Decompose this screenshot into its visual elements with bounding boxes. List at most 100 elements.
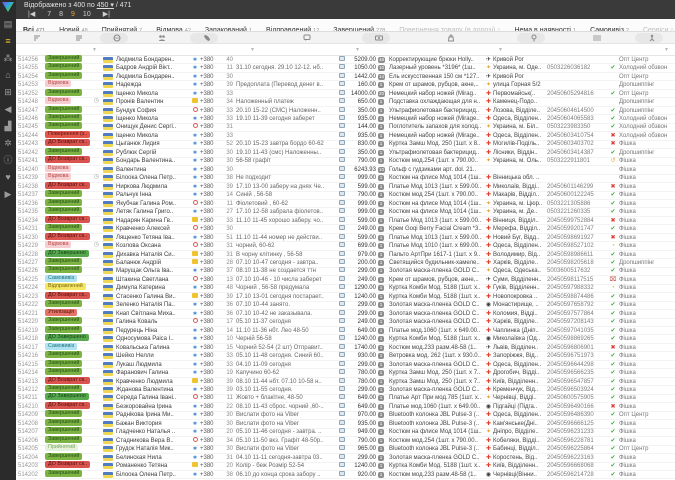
first-page-button[interactable]: |◀ [24, 10, 39, 18]
tab-повернення-товару-в-дорозі-[interactable]: Повернення товару (в дорозі)0 [392, 25, 507, 32]
phone-number[interactable]: +380 [200, 310, 222, 318]
phone-number[interactable]: +380 [200, 64, 222, 72]
phone-number[interactable]: +380 [200, 318, 222, 326]
order-row[interactable]: 514242ЗавершенийРублюк Сергій✱+3803019.1… [16, 149, 675, 157]
tracking-number[interactable]: 20450596566235 [547, 369, 607, 377]
order-row[interactable]: 514212ЗавершенийЖданова Валентина✱+38039… [16, 386, 675, 394]
status-filter-caret[interactable]: ▼ [92, 47, 97, 53]
order-row[interactable]: 514220ЗавершенийГалина Коваль+3801705.10… [16, 319, 675, 327]
phone-number[interactable]: +380 [200, 259, 222, 267]
status-badge[interactable]: Завершений [45, 148, 82, 155]
contacts-icon[interactable]: ⁂ [0, 50, 16, 67]
phone-number[interactable]: +380 [200, 208, 222, 216]
phone-number[interactable]: +380 [200, 90, 222, 98]
order-row[interactable]: 514206ЗавершенийСтадникова Вера В..+3803… [16, 437, 675, 445]
status-badge[interactable]: ДО Возврат ск.. [45, 377, 90, 384]
phone-number[interactable]: +380 [200, 140, 222, 148]
status-badge[interactable]: Завершений [45, 207, 82, 214]
tracking-number[interactable]: 20450596547857 [547, 378, 607, 386]
phone-number[interactable]: +380 [200, 149, 222, 157]
app-logo-icon[interactable] [2, 2, 14, 12]
phone-number[interactable]: +380 [200, 183, 222, 191]
tracking-number[interactable]: 20450597988332 [547, 284, 607, 292]
tracking-number[interactable]: 20450598869265 [547, 335, 607, 343]
order-row[interactable]: 514228ДО ЗавершеноДихавка Наталія Си..+3… [16, 251, 675, 259]
tab-прийнятий[interactable]: Прийнятий7 [95, 25, 150, 32]
order-row[interactable]: 514216ЗавершенийШейко Нелли✱+3803305.10 … [16, 352, 675, 360]
phone-number[interactable]: +380 [200, 293, 222, 301]
phone-number[interactable]: +380 [200, 284, 222, 292]
status-badge[interactable]: Завершений [45, 258, 82, 265]
id-card-icon[interactable]: ▤ [0, 16, 16, 33]
status-badge[interactable]: ДО Возврат ск.. [45, 461, 90, 468]
order-row[interactable]: 514239Відмова◷Білоока Олена Петр..✱+3803… [16, 175, 675, 183]
status-badge[interactable]: Завершений [45, 55, 82, 62]
feedback-icon[interactable]: ♥ [0, 169, 16, 186]
status-badge[interactable]: Завершений [45, 419, 82, 426]
status-badge[interactable]: Завершений [45, 368, 82, 375]
phone-number[interactable]: +380 [200, 166, 222, 174]
phone-number[interactable]: +380 [200, 352, 222, 360]
order-row[interactable]: 514247ЗавершенийБундук София+3803320.10 … [16, 107, 675, 115]
last-page-button[interactable]: ▶| [99, 10, 114, 18]
tracking-number[interactable]: 0503222911801 [547, 157, 607, 165]
phone-number[interactable]: +380 [200, 81, 222, 89]
order-row[interactable]: 514218ДО ЗавершеноОдносумова Раіса І..✱+… [16, 335, 675, 343]
order-row[interactable]: 514222ЗавершенийЗеленко Наталія Па..✱+38… [16, 302, 675, 310]
tracking-number[interactable]: 20450596503924 [547, 386, 607, 394]
order-row[interactable]: 514230ДО Возврат ск..Лященко Тетяна Іва.… [16, 234, 675, 242]
order-row[interactable]: 514225СамовивізШтакина Светлана+3801307.… [16, 276, 675, 284]
info-icon[interactable]: ⓘ [0, 152, 16, 169]
order-row[interactable]: 514256ЗавершенийЛюдмила Бондарен..✱+3804… [16, 56, 675, 64]
phone-number[interactable]: +380 [200, 242, 222, 250]
tracking-number[interactable]: 20450596668068 [547, 462, 607, 470]
page-button-10[interactable]: 10 [79, 11, 95, 18]
phone-number[interactable]: +380 [200, 327, 222, 335]
status-badge[interactable]: Самовивіз [45, 343, 77, 350]
tracking-number[interactable]: 20450600122245 [547, 191, 607, 199]
order-row[interactable]: 514204ЗавершенийБелинская Нила✱+3803104.… [16, 454, 675, 462]
page-button-8[interactable]: 8 [55, 11, 67, 18]
status-badge[interactable]: Завершений [45, 122, 82, 129]
tracking-number[interactable]: 0503221260335 [547, 208, 607, 216]
warehouse-icon[interactable]: ⌂ [0, 67, 16, 84]
tracking-number[interactable]: 20450596751973 [547, 352, 607, 360]
status-badge[interactable]: ДО Возврат ск.. [45, 216, 90, 223]
phone-icon[interactable] [203, 34, 211, 42]
status-badge[interactable]: Завершений [45, 199, 82, 206]
status-badge[interactable]: ДО Возврат ск.. [45, 402, 90, 409]
tracking-number[interactable]: 20450605294816 [547, 90, 607, 98]
phone-number[interactable]: +380 [200, 132, 222, 140]
status-badge[interactable]: Самовивіз [45, 275, 77, 282]
phone-filter-caret[interactable]: ▼ [250, 47, 255, 53]
order-row[interactable]: 514223ДО Возврат ск..Стасенко Галина Ви.… [16, 293, 675, 301]
people-icon[interactable] [158, 34, 166, 42]
status-badge[interactable]: Завершений [45, 63, 82, 70]
tracking-number[interactable]: 20450597658792 [547, 301, 607, 309]
phone-number[interactable]: +380 [200, 276, 222, 284]
order-row[interactable]: 514252ЗавершенийІщенко Микола✱+380331400… [16, 90, 675, 98]
phone-number[interactable]: +380 [200, 420, 222, 428]
phone-number[interactable]: +380 [200, 369, 222, 377]
order-row[interactable]: 514221УтилізаціяКнап Світлана Миха..✱+38… [16, 310, 675, 318]
phone-number[interactable]: +380 [200, 123, 222, 131]
money-icon[interactable] [375, 34, 383, 42]
order-row[interactable]: 514207ЗавершенийГладченко Наталья ..✱+38… [16, 429, 675, 437]
tracking-number[interactable]: 0503226036182 [547, 64, 607, 72]
phone-number[interactable]: +380 [200, 445, 222, 453]
status-badge[interactable]: Завершений [45, 351, 82, 358]
comment-filter-caret[interactable]: ▼ [355, 47, 360, 53]
tracking-number[interactable]: 0503223983350 [547, 123, 607, 131]
status-badge[interactable]: Завершений [45, 300, 82, 307]
status-badge[interactable]: Завершений [45, 224, 82, 231]
tracking-number[interactable]: 20450603410754 [547, 132, 607, 140]
phone-number[interactable]: +380 [200, 428, 222, 436]
order-row[interactable]: 514254ЗавершенийЛюдмила Бондарен..✱+3803… [16, 73, 675, 81]
megaphone-icon[interactable]: ◀ [0, 101, 16, 118]
tracking-number[interactable]: 20450598527102 [547, 242, 607, 250]
globe-icon[interactable] [113, 34, 121, 42]
status-badge[interactable]: ДО Возврат ск.. [45, 156, 90, 163]
status-badge[interactable]: ДО Возврат ск.. [45, 182, 90, 189]
status-badge[interactable]: ДО Возврат ск.. [45, 292, 90, 299]
tracking-number[interactable]: 20450596490166 [547, 403, 607, 411]
